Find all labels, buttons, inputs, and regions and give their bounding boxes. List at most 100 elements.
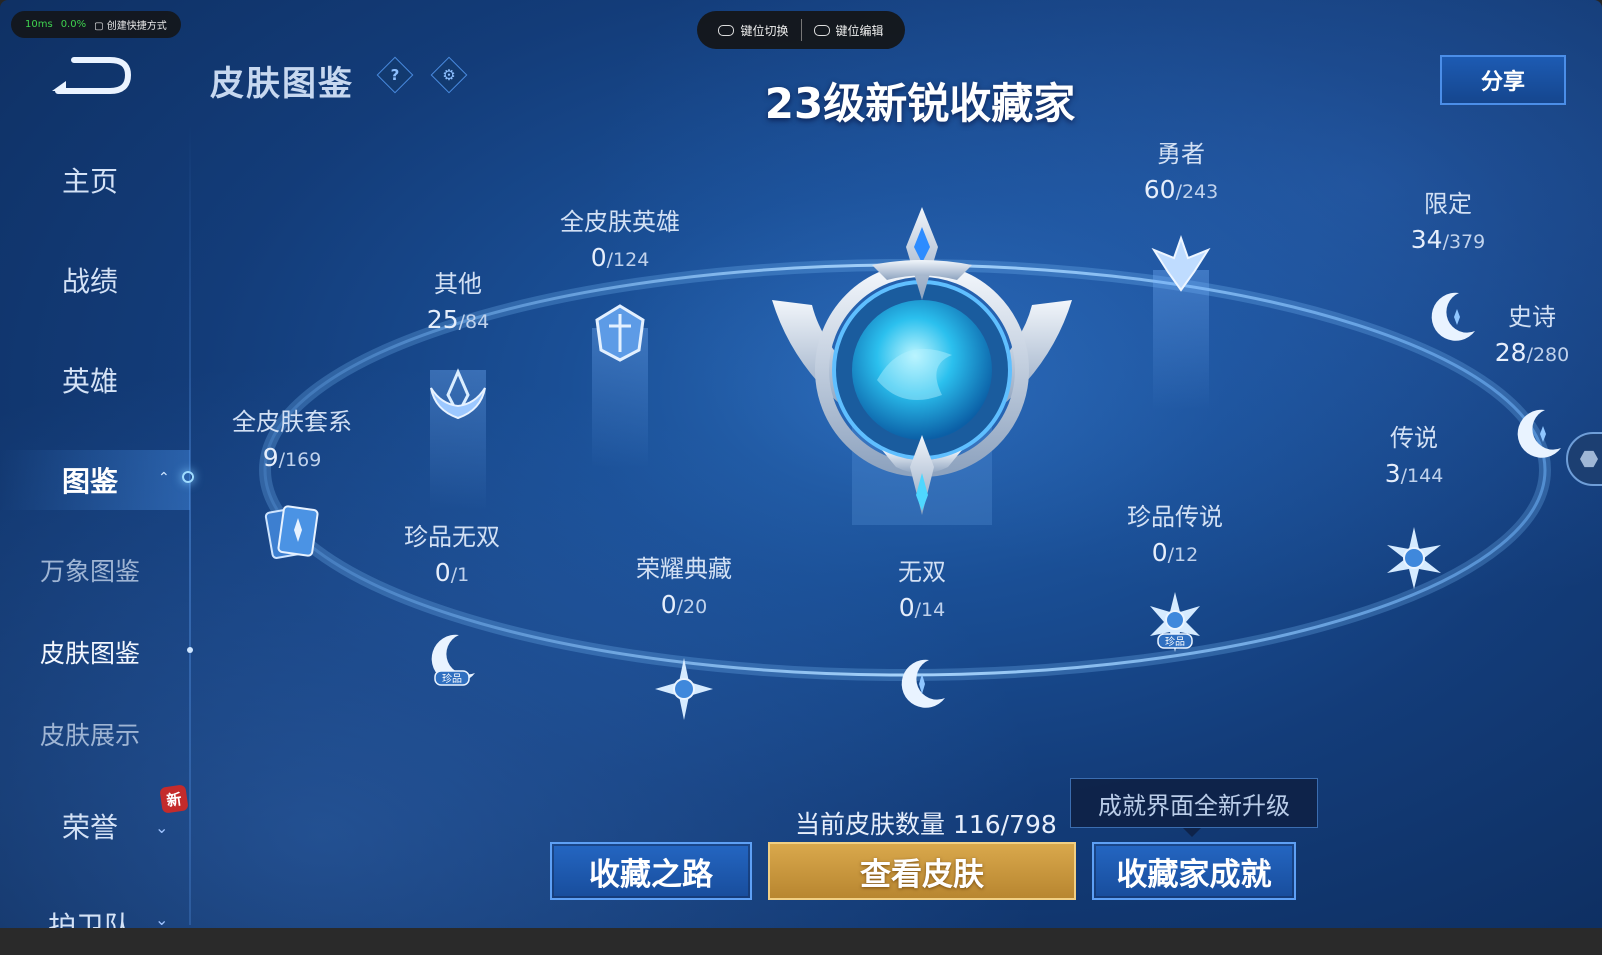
nav-heroes[interactable]: 英雄 <box>0 360 180 400</box>
owned-count: 0 <box>590 243 607 272</box>
node-count: 0/14 <box>837 592 1007 626</box>
chevron-down-icon[interactable]: ⌄ <box>155 818 168 837</box>
chevron-up-icon: ⌃ <box>158 470 170 486</box>
node-count: 3/144 <box>1329 458 1499 492</box>
node-count: 60/243 <box>1096 174 1266 208</box>
nav-honor[interactable]: 荣誉 <box>0 806 180 846</box>
total-count: /379 <box>1442 231 1486 253</box>
crescent-moon-icon: 珍品 <box>431 634 475 686</box>
nav-skin-codex[interactable]: 皮肤图鉴 <box>0 634 180 670</box>
node-epic[interactable]: 史诗 28/280 <box>1447 303 1602 371</box>
create-shortcut-link[interactable]: ▢ 创建快捷方式 <box>94 17 167 32</box>
total-count: /169 <box>278 449 322 471</box>
node-label: 全皮肤英雄 <box>560 208 680 236</box>
total-count: /280 <box>1526 344 1570 366</box>
wing-star-icon <box>430 368 486 420</box>
nav-skin-showcase[interactable]: 皮肤展示 <box>0 716 180 752</box>
owned-count: 60 <box>1143 175 1176 204</box>
page-title: 皮肤图鉴 <box>210 64 354 104</box>
node-all-skin-series[interactable]: 全皮肤套系 9/169 <box>207 408 377 476</box>
node-unrivaled[interactable]: 无双 0/14 <box>837 558 1007 626</box>
owned-count: 34 <box>1410 225 1443 254</box>
sub-nav-indicator <box>187 647 193 653</box>
owned-count: 0 <box>434 558 451 587</box>
node-count: 0/12 <box>1090 537 1260 571</box>
perf-overlay: 10ms 0.0% ▢ 创建快捷方式 <box>11 11 181 38</box>
node-brave[interactable]: 勇者 60/243 <box>1096 140 1266 410</box>
node-label: 限定 <box>1424 190 1472 218</box>
node-limited[interactable]: 限定 34/379 <box>1363 190 1533 258</box>
rare-tag: 珍品 <box>1165 636 1185 648</box>
rare-tag: 珍品 <box>442 673 462 685</box>
gamepad-icon <box>718 24 735 36</box>
node-label: 珍品传说 <box>1127 503 1223 531</box>
upgrade-tooltip: 成就界面全新升级 <box>1070 778 1318 837</box>
gear-icon: ⚙ <box>442 66 456 84</box>
total-count: /20 <box>676 596 708 618</box>
node-label: 无双 <box>898 558 946 586</box>
nav-codex[interactable]: 图鉴 <box>0 460 180 500</box>
node-label: 史诗 <box>1508 303 1556 331</box>
helmet-icon <box>595 304 645 362</box>
owned-count: 0 <box>898 593 915 622</box>
nav-records[interactable]: 战绩 <box>0 260 180 300</box>
new-badge: 新 <box>159 784 189 814</box>
node-label: 其他 <box>434 270 482 298</box>
collector-achievement-button[interactable]: 收藏家成就 <box>1092 842 1296 900</box>
game-window: 10ms 0.0% ▢ 创建快捷方式 键位切换 键位编辑 皮肤图鉴 ? ⚙ 23… <box>0 0 1602 928</box>
star-crest-icon <box>1151 234 1211 292</box>
owned-count: 0 <box>1151 538 1168 567</box>
node-count: 0/20 <box>599 589 769 623</box>
node-glory-collection[interactable]: 荣耀典藏 0/20 <box>599 555 769 623</box>
chevron-down-icon[interactable]: ⌄ <box>155 910 168 928</box>
nav-home[interactable]: 主页 <box>0 160 180 200</box>
share-button[interactable]: 分享 <box>1440 55 1566 105</box>
gamepad-icon <box>813 24 830 36</box>
collector-medal-emblem <box>772 207 1072 525</box>
sun-star-icon <box>655 658 713 720</box>
nav-guard-team[interactable]: 护卫队 <box>0 905 180 928</box>
crescent-moon-icon <box>901 659 945 708</box>
node-label: 珍品无双 <box>404 523 500 551</box>
card-stack-icon <box>264 505 319 559</box>
node-count: 9/169 <box>207 442 377 476</box>
node-count: 34/379 <box>1363 224 1533 258</box>
node-count: 28/280 <box>1447 337 1602 371</box>
key-edit-button[interactable]: 键位编辑 <box>813 22 884 39</box>
total-count: /14 <box>914 599 946 621</box>
node-label: 荣耀典藏 <box>636 555 732 583</box>
owned-count: 0 <box>660 590 677 619</box>
node-label: 全皮肤套系 <box>232 408 352 436</box>
owned-count: 25 <box>426 305 459 334</box>
node-label: 勇者 <box>1157 140 1205 168</box>
skin-count-text: 当前皮肤数量 116/798 <box>795 810 1057 839</box>
latency-text: 10ms <box>25 19 53 30</box>
crescent-moon-icon <box>1517 409 1561 458</box>
back-arrow-icon[interactable] <box>50 55 132 95</box>
key-switch-label: 键位切换 <box>740 23 789 38</box>
window-bottom-bar <box>0 928 1602 955</box>
owned-count: 28 <box>1494 338 1527 367</box>
total-count: /1 <box>450 564 470 586</box>
total-count: /144 <box>1400 465 1444 487</box>
key-switch-button[interactable]: 键位切换 <box>718 22 789 39</box>
collector-rank-title: 23级新锐收藏家 <box>764 79 1076 128</box>
nav-active-indicator <box>182 471 194 483</box>
node-rare-legend[interactable]: 珍品传说 0/12 <box>1090 503 1260 571</box>
owned-count: 9 <box>262 443 279 472</box>
hexagon-icon <box>1580 450 1598 468</box>
node-other[interactable]: 其他 25/84 <box>373 270 543 510</box>
view-skins-button[interactable]: 查看皮肤 <box>768 842 1076 900</box>
sun-star-icon <box>1387 527 1441 589</box>
nav-wanxiang-codex[interactable]: 万象图鉴 <box>0 552 180 588</box>
node-count: 0/1 <box>367 557 537 591</box>
node-legend[interactable]: 传说 3/144 <box>1329 424 1499 492</box>
loss-text: 0.0% <box>60 19 87 30</box>
node-count: 0/124 <box>535 242 705 276</box>
create-shortcut-label: 创建快捷方式 <box>106 21 167 32</box>
node-rare-unrivaled[interactable]: 珍品无双 0/1 <box>367 523 537 591</box>
sun-star-icon: 珍品 <box>1150 592 1200 652</box>
help-icon: ? <box>390 66 400 84</box>
collection-road-button[interactable]: 收藏之路 <box>550 842 752 900</box>
node-all-skin-heroes[interactable]: 全皮肤英雄 0/124 <box>535 208 705 468</box>
